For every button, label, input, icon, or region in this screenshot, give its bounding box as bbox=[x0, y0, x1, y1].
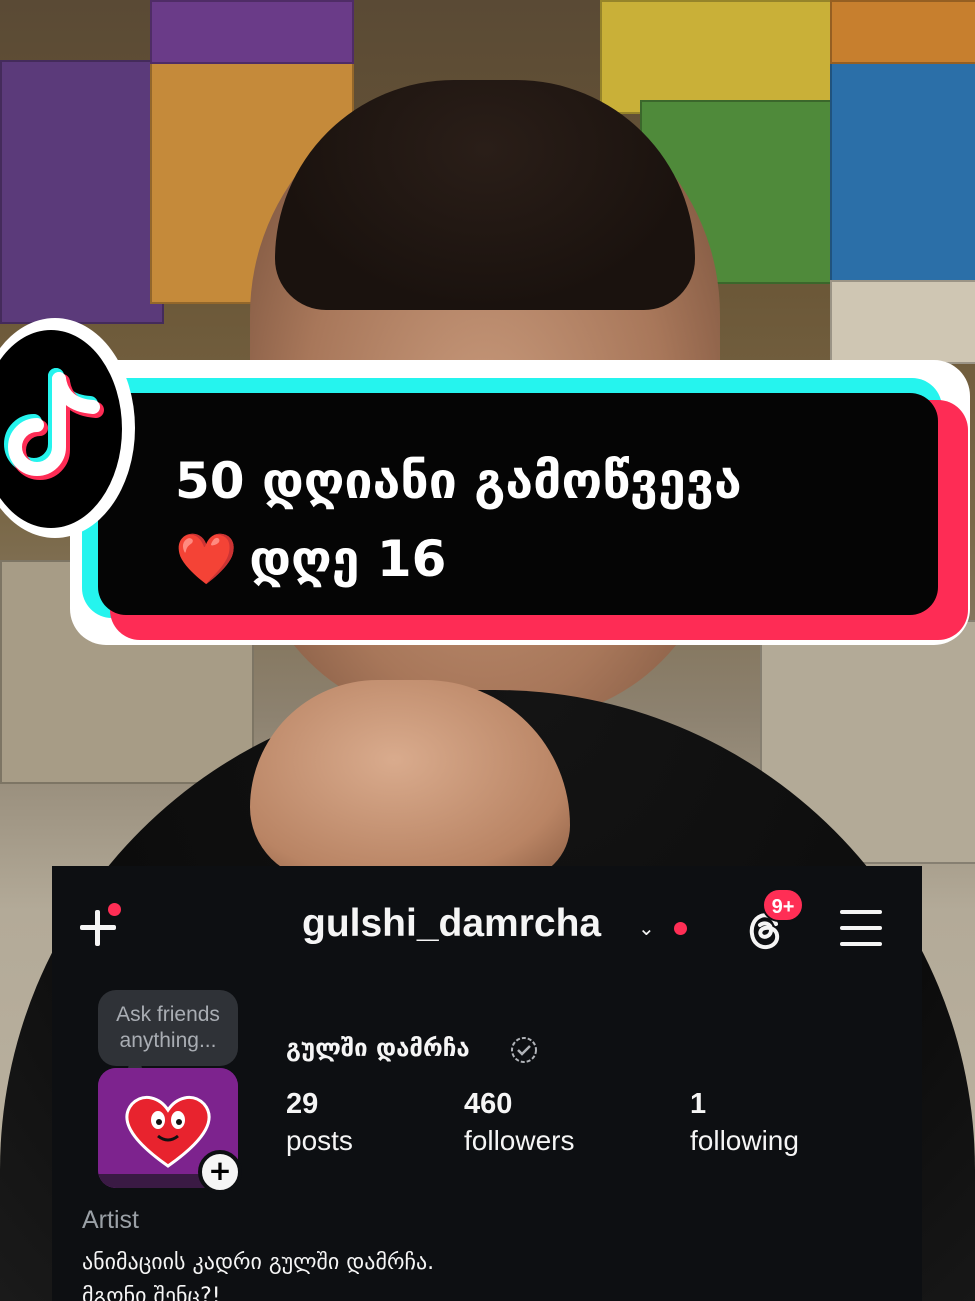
verified-badge-icon bbox=[511, 1037, 537, 1063]
create-button[interactable] bbox=[78, 903, 121, 948]
profile-note-bubble[interactable]: Ask friends anything... bbox=[98, 990, 238, 1076]
wall-poster bbox=[150, 0, 354, 64]
profile-username[interactable]: gulshi_damrcha bbox=[302, 902, 601, 946]
chevron-down-icon[interactable]: ⌄ bbox=[638, 916, 655, 940]
account-notification-dot bbox=[674, 922, 687, 935]
wall-poster bbox=[830, 0, 975, 64]
tiktok-logo-icon bbox=[4, 368, 104, 480]
following-stat[interactable]: 1 following bbox=[690, 1086, 799, 1160]
wall-poster bbox=[830, 280, 975, 364]
heart-emoji: ❤️ bbox=[175, 530, 238, 588]
followers-count: 460 bbox=[464, 1088, 513, 1120]
wall-poster bbox=[0, 60, 164, 324]
following-count: 1 bbox=[690, 1088, 707, 1120]
challenge-title: 50 დღიანი გამოწვევა ❤️ დღე 16 bbox=[175, 442, 915, 598]
hamburger-menu-icon[interactable] bbox=[840, 910, 882, 946]
wall-poster bbox=[600, 0, 834, 114]
followers-stat[interactable]: 460 followers bbox=[464, 1086, 574, 1160]
wall-poster bbox=[830, 60, 975, 284]
instagram-profile-panel: gulshi_damrcha ⌄ 9+ Ask friends anything… bbox=[52, 866, 922, 1301]
followers-label: followers bbox=[464, 1125, 575, 1156]
bio-line-1: ანიმაციის კადრი გულში დამრჩა. bbox=[82, 1250, 435, 1275]
posts-label: posts bbox=[286, 1125, 353, 1156]
profile-bio: ანიმაციის კადრი გულში დამრჩა. მგონი შენც… bbox=[82, 1246, 434, 1301]
following-label: following bbox=[690, 1125, 799, 1156]
add-story-button[interactable]: + bbox=[198, 1150, 242, 1194]
profile-category: Artist bbox=[82, 1206, 139, 1234]
posts-count: 29 bbox=[286, 1088, 319, 1120]
posts-stat[interactable]: 29 posts bbox=[286, 1086, 353, 1160]
challenge-title-line2: დღე 16 bbox=[249, 530, 447, 588]
challenge-title-line1: 50 დღიანი გამოწვევა bbox=[175, 452, 742, 510]
bio-line-2: მგონი შენც?! bbox=[82, 1284, 221, 1301]
create-notification-dot bbox=[108, 903, 121, 916]
display-name: გულში დამრჩა bbox=[286, 1034, 470, 1062]
notification-badge[interactable]: 9+ bbox=[762, 888, 804, 922]
